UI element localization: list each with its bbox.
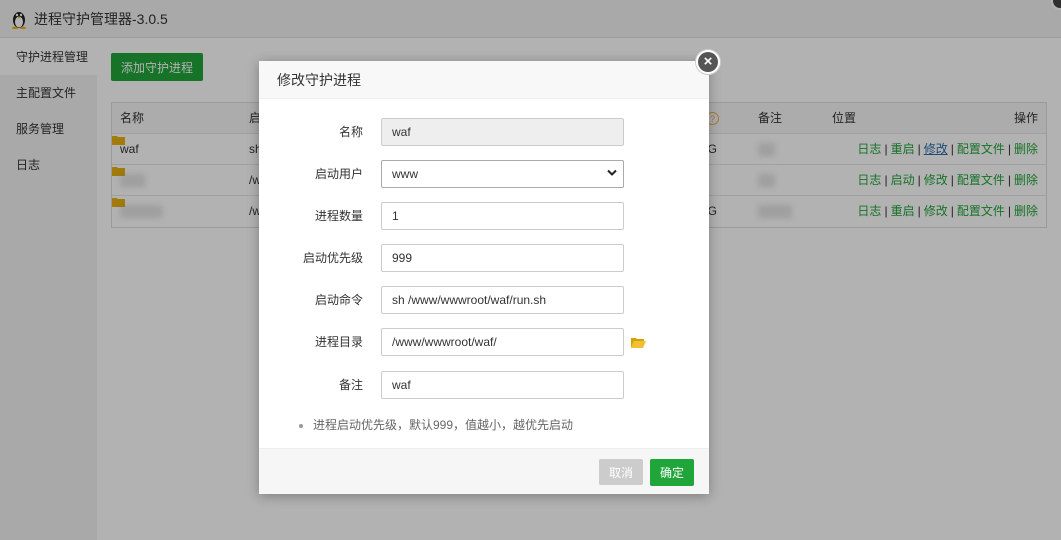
note-row: 备注 <box>259 370 709 400</box>
user-select[interactable]: www <box>381 160 624 188</box>
command-field[interactable] <box>381 286 624 314</box>
command-label: 启动命令 <box>314 293 363 307</box>
count-row: 进程数量 <box>259 201 709 231</box>
count-label: 进程数量 <box>314 209 363 223</box>
note-label: 备注 <box>338 378 363 392</box>
name-row: 名称 <box>259 117 709 147</box>
priority-field[interactable] <box>381 244 624 272</box>
user-label: 启动用户 <box>314 167 363 181</box>
bullet-icon <box>299 423 303 428</box>
hint-text: 进程启动优先级，默认999，值越小，越优先启动 <box>313 418 574 432</box>
name-field[interactable] <box>381 118 624 146</box>
cancel-button[interactable]: 取消 <box>599 459 644 485</box>
close-icon: × <box>698 52 718 72</box>
confirm-button[interactable]: 确定 <box>650 459 695 486</box>
priority-row: 启动优先级 <box>259 243 709 273</box>
chevron-down-icon <box>607 169 617 176</box>
user-row: 启动用户 www <box>259 159 709 189</box>
dialog-footer: 取消 确定 <box>259 448 709 494</box>
dialog-title: 修改守护进程 <box>259 61 709 99</box>
folder-icon[interactable] <box>631 337 646 348</box>
priority-hint: 进程启动优先级，默认999，值越小，越优先启动 <box>299 416 573 433</box>
count-field[interactable] <box>381 202 624 230</box>
directory-field[interactable] <box>381 328 624 356</box>
command-row: 启动命令 <box>259 285 709 315</box>
note-field[interactable] <box>381 371 624 399</box>
directory-label: 进程目录 <box>314 335 363 349</box>
name-label: 名称 <box>338 125 363 139</box>
edit-daemon-dialog: 修改守护进程 名称 启动用户 www 进程数量 启动优先级 启动命令 进程目录 … <box>259 61 709 494</box>
directory-row: 进程目录 <box>259 327 709 357</box>
dialog-close-button[interactable]: × <box>695 49 721 75</box>
user-select-value: www <box>392 167 418 181</box>
priority-label: 启动优先级 <box>302 251 363 265</box>
